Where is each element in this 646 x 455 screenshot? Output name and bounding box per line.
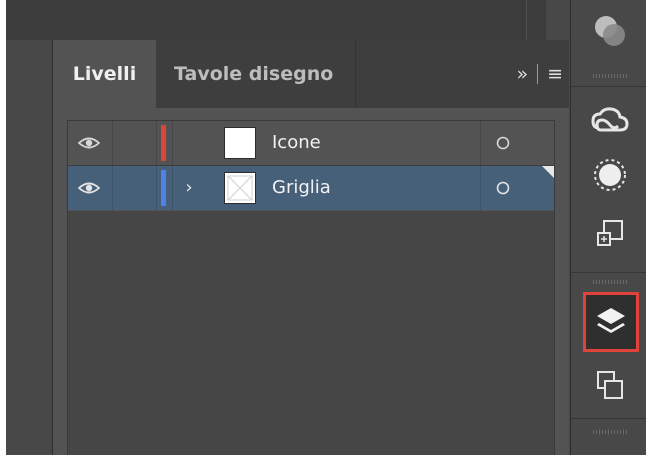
hamburger-menu-icon[interactable]: ≡ bbox=[547, 63, 563, 85]
appearance-circle-icon[interactable] bbox=[585, 150, 635, 200]
tab-tavole-disegno[interactable]: Tavole disegno bbox=[156, 40, 356, 108]
dock-grip[interactable] bbox=[593, 74, 627, 78]
layer-row-griglia[interactable]: › Griglia bbox=[68, 166, 554, 210]
chevron-right-icon[interactable]: › bbox=[178, 176, 200, 200]
target-circle-icon[interactable] bbox=[496, 181, 510, 195]
eye-icon[interactable] bbox=[78, 134, 100, 152]
layer-name[interactable]: Icone bbox=[272, 121, 321, 165]
layers-stack-icon[interactable] bbox=[583, 292, 639, 352]
transform-artboard-icon[interactable] bbox=[585, 208, 635, 258]
app-frame: Livelli Tavole disegno » ≡ Icone › Grigl… bbox=[6, 0, 646, 455]
tab-livelli[interactable]: Livelli bbox=[53, 40, 156, 108]
dock-grip[interactable] bbox=[593, 430, 627, 434]
dock-grip[interactable] bbox=[593, 280, 627, 284]
layers-panel: Livelli Tavole disegno » ≡ Icone › Grigl… bbox=[52, 40, 569, 455]
layers-list: Icone › Griglia bbox=[67, 120, 555, 455]
double-chevron-right-icon[interactable]: » bbox=[516, 63, 528, 85]
panel-dock bbox=[570, 0, 646, 455]
eye-icon[interactable] bbox=[78, 179, 100, 197]
selection-indicator bbox=[542, 166, 554, 178]
layer-thumbnail bbox=[224, 127, 256, 159]
top-band bbox=[6, 0, 546, 40]
layer-name[interactable]: Griglia bbox=[272, 166, 331, 210]
thumbnail-cross-icon bbox=[227, 175, 253, 201]
layer-color-bar bbox=[161, 125, 166, 161]
target-circle-icon[interactable] bbox=[496, 136, 510, 150]
arrange-copies-icon[interactable] bbox=[585, 360, 635, 410]
creative-cloud-icon[interactable] bbox=[585, 96, 635, 146]
layer-row-icone[interactable]: Icone bbox=[68, 121, 554, 166]
layer-color-bar bbox=[161, 170, 166, 206]
panel-tab-bar: Livelli Tavole disegno » ≡ bbox=[53, 40, 569, 108]
controls-divider bbox=[537, 64, 539, 84]
layers-empty-area bbox=[68, 211, 554, 455]
panel-controls: » ≡ bbox=[479, 40, 569, 108]
layer-thumbnail bbox=[224, 172, 256, 204]
shape-overlap-icon[interactable] bbox=[585, 6, 635, 56]
